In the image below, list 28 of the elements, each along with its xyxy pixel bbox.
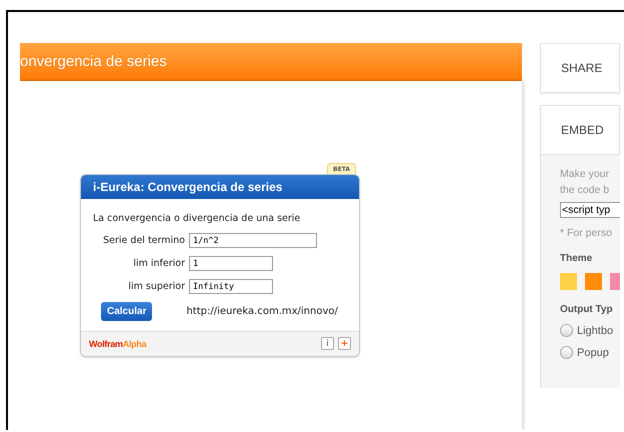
brand-wordmark-first: Wolfram — [89, 338, 123, 348]
input-field[interactable]: Infinity — [189, 279, 273, 294]
widget-description: La convergencia o divergencia de una serie — [93, 213, 302, 224]
page-title: onvergencia de series — [20, 53, 167, 70]
url-text: http://ieureka.com.mx/innovo/ — [186, 306, 338, 317]
radio-button[interactable] — [560, 346, 573, 359]
calculate-button[interactable]: Calcular — [101, 302, 152, 321]
field-label: Serie del termino — [102, 235, 186, 246]
code-field[interactable]: <script typ — [560, 202, 620, 218]
input-field[interactable]: 1/n^2 — [189, 233, 317, 248]
field-label: lim superior — [127, 281, 186, 292]
theme-swatch[interactable] — [585, 273, 602, 290]
brand-wordmark-second: Alpha — [122, 338, 146, 348]
info-button[interactable]: i — [321, 337, 334, 350]
output-type-label: Output Typ — [560, 304, 613, 315]
theme-label: Theme — [560, 253, 592, 264]
note-text: * For perso — [560, 227, 612, 239]
field-label: lim inferior — [132, 258, 186, 269]
intro-text: Make your — [560, 168, 610, 180]
input-field[interactable]: 1 — [189, 256, 273, 271]
widget-title: i-Eureka: Convergencia de series — [81, 175, 359, 199]
embed-tab[interactable]: EMBED — [540, 105, 620, 155]
radio-label: Lightbo — [577, 324, 614, 336]
radio-label: Popup — [577, 346, 609, 358]
share-tab[interactable]: SHARE — [540, 43, 620, 93]
theme-swatch[interactable] — [560, 273, 577, 290]
radio-button[interactable] — [560, 324, 573, 337]
intro-text: the code b — [560, 184, 610, 196]
